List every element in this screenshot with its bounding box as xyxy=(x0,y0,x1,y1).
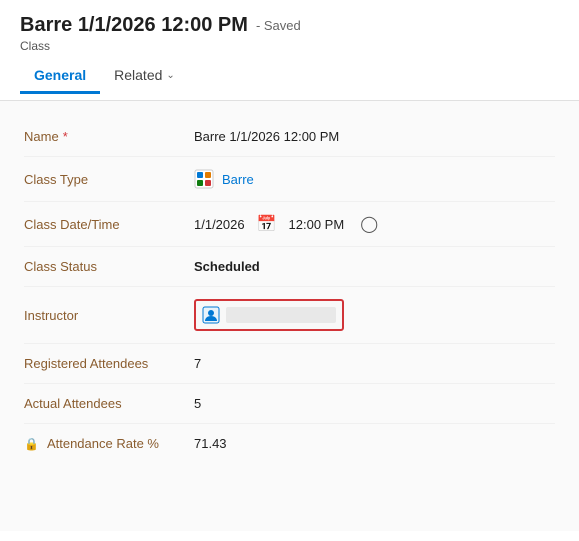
instructor-label: Instructor xyxy=(24,308,194,323)
time-value: 12:00 PM xyxy=(289,217,345,232)
class-datetime-label: Class Date/Time xyxy=(24,217,194,232)
saved-badge: - Saved xyxy=(256,18,301,33)
attendance-rate-row: 🔒 Attendance Rate % 71.43 xyxy=(24,424,555,463)
registered-attendees-value: 7 xyxy=(194,356,555,371)
instructor-input[interactable] xyxy=(194,299,344,331)
page-subtitle: Class xyxy=(20,39,559,53)
name-label: Name * xyxy=(24,129,194,144)
tabs-row: General Related ⌄ xyxy=(20,61,559,94)
tab-general-label: General xyxy=(34,67,86,83)
registered-attendees-label: Registered Attendees xyxy=(24,356,194,371)
class-status-row: Class Status Scheduled xyxy=(24,247,555,287)
actual-attendees-row: Actual Attendees 5 xyxy=(24,384,555,424)
attendance-rate-value: 71.43 xyxy=(194,436,555,451)
instructor-value xyxy=(194,299,555,331)
tab-related[interactable]: Related ⌄ xyxy=(100,61,189,94)
class-status-value: Scheduled xyxy=(194,259,555,274)
clock-icon: ◯ xyxy=(360,214,378,234)
required-star: * xyxy=(63,129,68,144)
chevron-down-icon: ⌄ xyxy=(166,70,174,81)
class-datetime-value: 1/1/2026 📅 12:00 PM ◯ xyxy=(194,214,555,234)
class-datetime-row: Class Date/Time 1/1/2026 📅 12:00 PM ◯ xyxy=(24,202,555,247)
class-type-icon xyxy=(194,169,214,189)
instructor-text-placeholder xyxy=(226,307,336,323)
date-value: 1/1/2026 xyxy=(194,217,245,232)
registered-attendees-row: Registered Attendees 7 xyxy=(24,344,555,384)
calendar-icon: 📅 xyxy=(257,214,277,234)
title-row: Barre 1/1/2026 12:00 PM - Saved xyxy=(20,14,559,37)
lock-icon: 🔒 xyxy=(24,437,39,451)
tab-general[interactable]: General xyxy=(20,61,100,94)
tab-related-label: Related xyxy=(114,67,162,83)
form-body: Name * Barre 1/1/2026 12:00 PM Class Typ… xyxy=(0,101,579,531)
name-row: Name * Barre 1/1/2026 12:00 PM xyxy=(24,117,555,157)
actual-attendees-value: 5 xyxy=(194,396,555,411)
class-status-label: Class Status xyxy=(24,259,194,274)
class-type-label: Class Type xyxy=(24,172,194,187)
class-type-link[interactable]: Barre xyxy=(222,172,254,187)
attendance-rate-label: 🔒 Attendance Rate % xyxy=(24,436,194,451)
person-icon xyxy=(202,306,220,324)
page-title: Barre 1/1/2026 12:00 PM xyxy=(20,14,248,37)
instructor-row: Instructor xyxy=(24,287,555,344)
name-value: Barre 1/1/2026 12:00 PM xyxy=(194,129,555,144)
page-header: Barre 1/1/2026 12:00 PM - Saved Class Ge… xyxy=(0,0,579,101)
class-type-value: Barre xyxy=(194,169,555,189)
class-type-row: Class Type Barre xyxy=(24,157,555,202)
actual-attendees-label: Actual Attendees xyxy=(24,396,194,411)
